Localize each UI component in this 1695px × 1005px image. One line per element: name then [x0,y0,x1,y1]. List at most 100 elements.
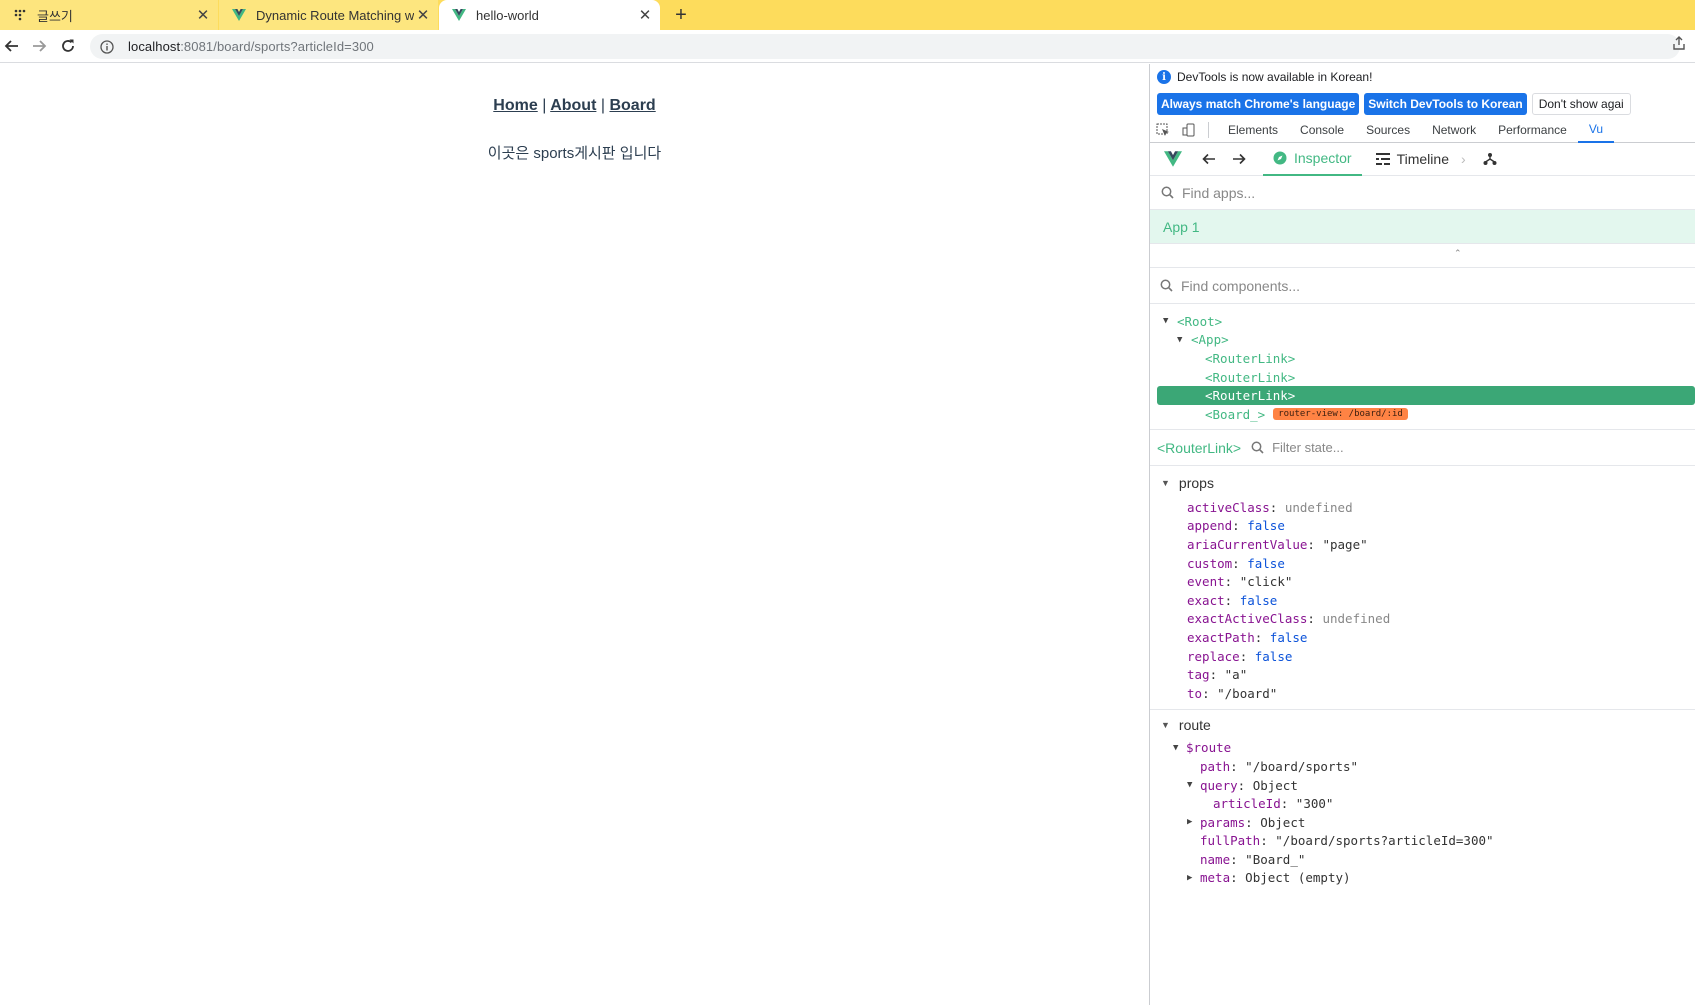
browser-tab-1[interactable]: 글쓰기 ✕ [0,0,218,30]
route-root-row[interactable]: ▼ $route [1173,739,1695,758]
filter-state-input[interactable]: Filter state... [1251,440,1344,455]
expand-triangle-icon[interactable]: ▶ [1187,873,1200,883]
search-icon [1160,279,1173,292]
browser-tab-3-active[interactable]: hello-world ✕ [439,0,660,30]
find-components-input[interactable]: Find components... [1150,268,1695,304]
route-section-header[interactable]: ▼ route [1150,710,1695,740]
expand-triangle-icon[interactable]: ▼ [1161,720,1170,730]
find-apps-input[interactable]: Find apps... [1150,176,1695,210]
close-tab-icon[interactable]: ✕ [636,6,654,24]
tab-elements[interactable]: Elements [1217,117,1289,143]
inspect-element-icon[interactable] [1150,117,1176,143]
tree-node-app[interactable]: ▼ <App> [1150,331,1695,350]
search-icon [1251,441,1264,454]
find-apps-placeholder: Find apps... [1182,184,1256,201]
props-section: ▼ props activeClass: undefined append: fa… [1150,468,1695,710]
tab-network[interactable]: Network [1421,117,1487,143]
props-section-header[interactable]: ▼ props [1150,468,1695,498]
tree-node-board[interactable]: <Board_> router-view: /board/:id [1150,405,1695,424]
info-icon: i [1157,70,1171,84]
home-link[interactable]: Home [493,97,537,114]
expand-triangle-icon[interactable]: ▼ [1177,335,1191,345]
expand-triangle-icon[interactable]: ▼ [1187,780,1200,790]
prop-row: tag: "a" [1187,667,1248,683]
url-text: localhost:8081/board/sports?articleId=30… [128,39,374,54]
prop-row: exact: false [1187,592,1278,608]
prop-row: ariaCurrentValue: "page" [1187,536,1368,552]
site-info-icon[interactable] [100,39,114,54]
props-list: activeClass: undefined append: false ariaC… [1150,498,1695,703]
prop-row: activeClass: undefined [1187,499,1353,515]
vue-logo-icon [231,7,247,23]
vue-logo-icon [1163,149,1183,169]
vue-logo-icon [451,7,467,23]
route-query-row[interactable]: ▼ query: Object [1173,776,1695,795]
find-components-placeholder: Find components... [1181,277,1301,294]
back-arrow-icon[interactable] [1199,149,1219,169]
new-tab-icon[interactable]: + [670,4,692,26]
chevron-up-icon[interactable]: ⌃ [1454,248,1462,259]
component-tree-icon[interactable] [1480,149,1500,169]
tree-node-routerlink[interactable]: <RouterLink> [1150,349,1695,368]
expand-triangle-icon[interactable]: ▼ [1173,743,1186,753]
browser-toolbar: localhost:8081/board/sports?articleId=30… [0,30,1695,63]
state-inspector-header: <RouterLink> Filter state... [1150,430,1695,466]
search-icon [1161,186,1174,199]
page-viewport: Home | About | Board 이곳은 sports게시판 입니다 [0,64,1149,1005]
tab-sources[interactable]: Sources [1355,117,1421,143]
match-language-button[interactable]: Always match Chrome's language [1157,92,1360,115]
expand-triangle-icon[interactable]: ▶ [1187,817,1200,827]
forward-arrow-icon[interactable] [1229,149,1249,169]
switch-korean-button[interactable]: Switch DevTools to Korean [1364,92,1527,115]
info-message: DevTools is now available in Korean! [1177,70,1373,84]
prop-row: to: "/board" [1187,685,1278,701]
chevron-right-icon: › [1460,151,1466,167]
address-bar[interactable]: localhost:8081/board/sports?articleId=30… [90,34,1680,59]
tab-strip: 글쓰기 ✕ Dynamic Route Matching with P ✕ he… [0,0,1695,30]
tab-inspector[interactable]: Inspector [1263,143,1362,176]
dont-show-again-button[interactable]: Don't show agai [1531,92,1631,115]
route-section: ▼ route ▼ $route path: "/board/sports" ▼… [1150,710,1695,888]
back-arrow-icon[interactable] [0,34,24,58]
pane-splitter[interactable]: ⌃ [1150,244,1695,268]
router-view-badge: router-view: /board/:id [1273,408,1408,421]
app-grid-icon [12,7,28,23]
props-title: props [1178,475,1214,491]
tab-timeline[interactable]: Timeline [1366,143,1459,176]
tab-inspector-label: Inspector [1294,150,1352,166]
reload-icon[interactable] [56,34,80,58]
component-tree: ▼ <Root> ▼ <App> <RouterLink> <RouterLin… [1150,304,1695,430]
forward-arrow-icon[interactable] [27,34,51,58]
browser-tab-2[interactable]: Dynamic Route Matching with P ✕ [219,0,438,30]
app-selector-item[interactable]: App 1 [1150,210,1695,244]
router-nav: Home | About | Board [0,97,1149,115]
prop-row: replace: false [1187,648,1293,664]
close-tab-icon[interactable]: ✕ [194,6,212,24]
share-icon[interactable] [1671,35,1687,51]
tree-node-routerlink-selected[interactable]: <RouterLink> [1157,386,1695,405]
route-path-row: path: "/board/sports" [1200,758,1359,774]
devtools-panel-tabs: Elements Console Sources Network Perform… [1150,117,1695,143]
tab-vue[interactable]: Vu [1577,117,1615,143]
board-link[interactable]: Board [609,97,655,114]
tree-node-routerlink[interactable]: <RouterLink> [1150,368,1695,387]
filter-state-placeholder: Filter state... [1272,440,1344,455]
route-meta-row[interactable]: ▶ meta: Object (empty) [1173,869,1695,888]
about-link[interactable]: About [550,97,596,114]
timeline-icon [1375,153,1390,165]
nav-separator: | [542,97,547,114]
infobar-buttons: Always match Chrome's language Switch De… [1150,90,1695,117]
prop-row: event: "click" [1187,574,1293,590]
tab-title: hello-world [476,7,539,23]
tree-node-root[interactable]: ▼ <Root> [1150,312,1695,331]
tab-performance[interactable]: Performance [1487,117,1578,143]
expand-triangle-icon[interactable]: ▼ [1163,316,1177,326]
tab-title: Dynamic Route Matching with P [256,7,414,23]
devtools-panel: i DevTools is now available in Korean! A… [1149,64,1695,1005]
prop-row: append: false [1187,518,1285,534]
device-toggle-icon[interactable] [1176,117,1202,143]
tab-console[interactable]: Console [1289,117,1355,143]
close-tab-icon[interactable]: ✕ [414,6,432,24]
expand-triangle-icon[interactable]: ▼ [1161,478,1170,488]
route-params-row[interactable]: ▶ params: Object [1173,813,1695,832]
